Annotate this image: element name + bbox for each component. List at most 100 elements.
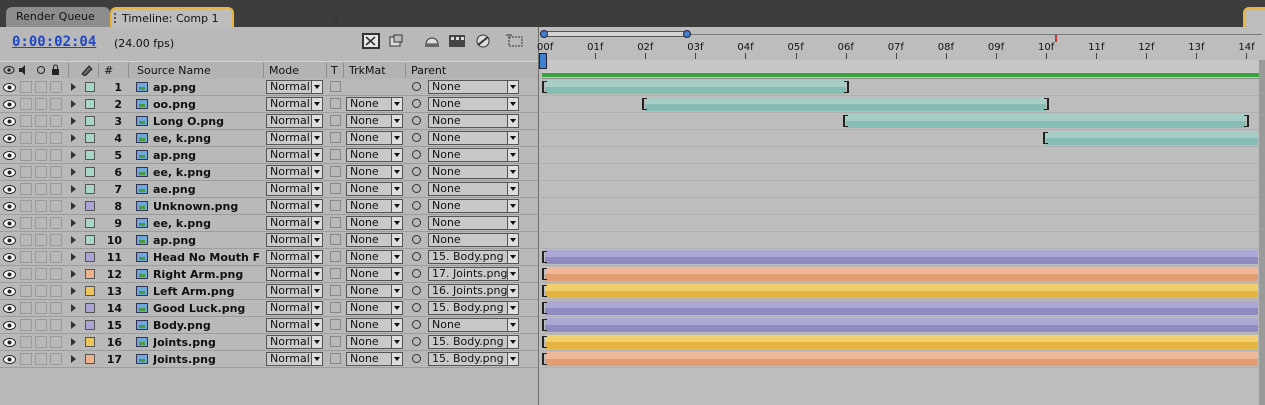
lock-switch[interactable] [50,183,62,195]
layer-source-name[interactable]: Good Luck.png [153,302,259,315]
tab-render-queue[interactable]: Render Queue [6,7,110,27]
visibility-eye-icon[interactable] [3,286,16,296]
parent-dropdown[interactable]: 15. Body.png [428,335,519,349]
blend-mode-dropdown[interactable]: Normal [266,165,323,179]
parent-dropdown[interactable]: None [428,165,519,179]
preserve-transparency-checkbox[interactable] [330,115,341,126]
layer-row[interactable]: 9 ee, k.png Normal None None [0,215,538,232]
layer-label-color[interactable] [85,320,95,330]
preserve-transparency-checkbox[interactable] [330,166,341,177]
preserve-transparency-checkbox[interactable] [330,98,341,109]
layer-source-name[interactable]: ee, k.png [153,217,259,230]
parent-pickwhip-icon[interactable] [412,82,421,91]
parent-pickwhip-icon[interactable] [412,235,421,244]
blend-mode-dropdown[interactable]: Normal [266,148,323,162]
layer-row[interactable]: 15 Body.png Normal None None [0,317,538,334]
parent-dropdown[interactable]: None [428,148,519,162]
layer-source-name[interactable]: ee, k.png [153,132,259,145]
layer-in-point-handle[interactable] [642,98,648,110]
layer-row[interactable]: 2 oo.png Normal None None [0,96,538,113]
preserve-transparency-checkbox[interactable] [330,149,341,160]
expand-layer-twirl-icon[interactable] [71,151,76,159]
layer-in-point-handle[interactable] [542,81,547,93]
parent-dropdown[interactable]: None [428,182,519,196]
expand-layer-twirl-icon[interactable] [71,202,76,210]
solo-switch[interactable] [35,166,47,178]
comp-mini-flowchart-icon[interactable] [362,33,380,49]
audio-switch[interactable] [20,183,32,195]
parent-pickwhip-icon[interactable] [412,286,421,295]
visibility-eye-icon[interactable] [3,235,16,245]
expand-layer-twirl-icon[interactable] [71,83,76,91]
track-matte-dropdown[interactable]: None [346,250,403,264]
visibility-eye-icon[interactable] [3,82,16,92]
lock-switch[interactable] [50,268,62,280]
layer-row[interactable]: 6 ee, k.png Normal None None [0,164,538,181]
layer-duration-bar[interactable] [645,97,1046,111]
track-matte-dropdown[interactable]: None [346,267,403,281]
audio-switch[interactable] [20,319,32,331]
layer-label-color[interactable] [85,82,95,92]
audio-switch[interactable] [20,200,32,212]
lock-switch[interactable] [50,302,62,314]
preserve-transparency-checkbox[interactable] [330,353,341,364]
layer-label-color[interactable] [85,286,95,296]
parent-pickwhip-icon[interactable] [412,320,421,329]
preserve-transparency-checkbox[interactable] [330,132,341,143]
time-navigator-start-handle[interactable] [540,30,548,38]
lock-switch[interactable] [50,319,62,331]
track-matte-dropdown[interactable]: None [346,165,403,179]
layer-source-name[interactable]: Left Arm.png [153,285,259,298]
layer-label-color[interactable] [85,133,95,143]
layer-duration-bar[interactable] [845,114,1247,128]
parent-dropdown[interactable]: None [428,80,519,94]
visibility-eye-icon[interactable] [3,116,16,126]
expand-layer-twirl-icon[interactable] [71,219,76,227]
parent-pickwhip-icon[interactable] [412,133,421,142]
audio-switch[interactable] [20,166,32,178]
preserve-transparency-checkbox[interactable] [330,217,341,228]
visibility-eye-icon[interactable] [3,303,16,313]
frame-blending-icon[interactable] [474,33,492,49]
parent-pickwhip-icon[interactable] [412,252,421,261]
solo-switch[interactable] [35,234,47,246]
draft-3d-icon[interactable] [423,33,441,49]
layer-source-name[interactable]: ap.png [153,81,259,94]
lock-switch[interactable] [50,132,62,144]
solo-switch[interactable] [35,268,47,280]
visibility-eye-icon[interactable] [3,184,16,194]
visibility-eye-icon[interactable] [3,320,16,330]
layer-row[interactable]: 8 Unknown.png Normal None None [0,198,538,215]
layer-row[interactable]: 1 ap.png Normal None [0,79,538,96]
track-matte-dropdown[interactable]: None [346,233,403,247]
track-matte-dropdown[interactable]: None [346,301,403,315]
solo-switch[interactable] [35,251,47,263]
current-time-indicator[interactable] [539,53,547,69]
layer-in-point-handle[interactable] [842,115,848,127]
visibility-eye-icon[interactable] [3,354,16,364]
layer-duration-bar[interactable] [545,250,1258,264]
layer-label-color[interactable] [85,235,95,245]
layer-row[interactable]: 16 Joints.png Normal None 15. Body.png [0,334,538,351]
audio-switch[interactable] [20,149,32,161]
parent-pickwhip-icon[interactable] [412,167,421,176]
track-matte-dropdown[interactable]: None [346,114,403,128]
layer-out-point-handle[interactable] [1244,115,1250,127]
preserve-transparency-checkbox[interactable] [330,183,341,194]
parent-pickwhip-icon[interactable] [412,354,421,363]
visibility-eye-icon[interactable] [3,167,16,177]
audio-switch[interactable] [20,115,32,127]
blend-mode-dropdown[interactable]: Normal [266,250,323,264]
solo-switch[interactable] [35,115,47,127]
audio-switch[interactable] [20,217,32,229]
layer-duration-bar[interactable] [545,335,1258,349]
layer-source-name[interactable]: Long O.png [153,115,259,128]
av-features-header-icon[interactable] [3,64,63,79]
tab-grip-icon[interactable] [114,13,120,23]
layer-source-name[interactable]: Body.png [153,319,259,332]
parent-dropdown[interactable]: None [428,318,519,332]
preserve-transparency-checkbox[interactable] [330,234,341,245]
parent-dropdown[interactable]: None [428,114,519,128]
audio-switch[interactable] [20,336,32,348]
label-column-icon[interactable] [80,64,94,79]
